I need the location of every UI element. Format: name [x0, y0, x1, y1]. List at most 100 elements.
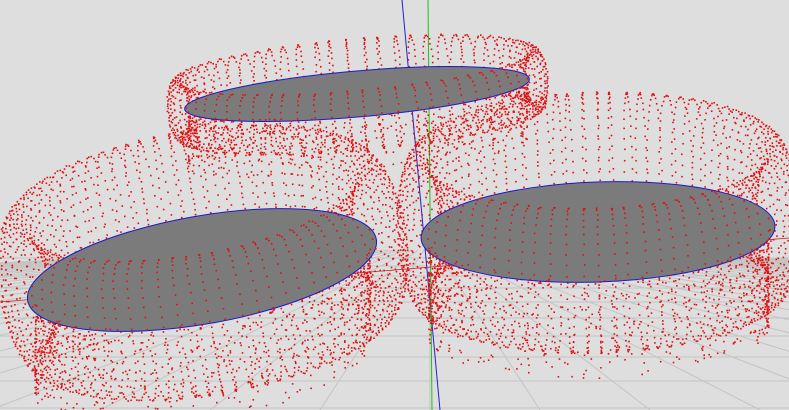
- point: [210, 139, 212, 142]
- point: [261, 131, 263, 133]
- point: [98, 166, 100, 169]
- point: [359, 147, 362, 150]
- point: [52, 259, 54, 261]
- point: [66, 219, 69, 221]
- point: [265, 202, 268, 205]
- point: [192, 139, 195, 142]
- point: [96, 175, 99, 178]
- point: [318, 178, 320, 181]
- point: [355, 145, 358, 148]
- point: [27, 197, 29, 200]
- point: [376, 36, 378, 39]
- point: [350, 177, 352, 180]
- point: [494, 162, 496, 165]
- point: [354, 155, 356, 157]
- point: [185, 88, 188, 91]
- point: [287, 126, 290, 128]
- point: [224, 162, 227, 164]
- point: [736, 194, 739, 197]
- point: [445, 263, 447, 265]
- point: [515, 51, 517, 53]
- point: [15, 204, 17, 206]
- point: [726, 311, 729, 314]
- point: [347, 67, 350, 69]
- point: [518, 43, 521, 45]
- point: [439, 272, 442, 274]
- point: [477, 168, 479, 171]
- point: [19, 297, 21, 300]
- point: [448, 193, 450, 195]
- point: [552, 149, 554, 151]
- point: [147, 219, 149, 221]
- point: [227, 64, 229, 67]
- point: [30, 207, 32, 210]
- point: [168, 133, 170, 135]
- point: [346, 147, 348, 150]
- point: [173, 151, 175, 154]
- point: [1, 230, 4, 232]
- point: [187, 69, 189, 71]
- point: [49, 196, 51, 199]
- point: [537, 314, 539, 316]
- point: [537, 165, 539, 167]
- point: [551, 118, 554, 121]
- point: [407, 46, 410, 48]
- point: [332, 64, 334, 67]
- 3d-viewport[interactable]: [0, 0, 789, 410]
- point: [342, 160, 344, 162]
- point: [377, 173, 380, 176]
- point: [72, 204, 75, 206]
- point: [179, 79, 181, 82]
- point: [527, 292, 530, 294]
- point: [441, 128, 443, 130]
- point: [300, 155, 303, 157]
- point: [239, 175, 241, 178]
- point: [353, 188, 356, 190]
- point: [189, 90, 191, 92]
- point: [138, 162, 140, 165]
- point: [533, 123, 536, 126]
- point: [354, 141, 357, 144]
- point: [625, 345, 628, 347]
- point: [625, 339, 627, 342]
- point: [162, 208, 165, 211]
- point: [417, 186, 419, 188]
- point: [426, 181, 429, 183]
- point: [527, 67, 530, 69]
- point: [439, 289, 442, 292]
- point: [437, 51, 439, 54]
- point: [727, 185, 730, 188]
- point: [740, 319, 742, 322]
- point: [44, 204, 47, 207]
- point: [35, 227, 38, 229]
- point: [436, 45, 439, 47]
- point: [503, 108, 505, 111]
- point: [260, 326, 262, 328]
- point: [455, 124, 457, 127]
- point: [756, 178, 759, 181]
- point: [13, 204, 16, 207]
- point: [662, 327, 665, 330]
- point: [502, 326, 504, 329]
- point: [505, 166, 508, 168]
- scene-canvas[interactable]: [0, 0, 789, 410]
- point: [87, 209, 89, 211]
- point: [381, 274, 383, 277]
- point: [176, 169, 178, 171]
- point: [27, 189, 30, 191]
- point: [769, 152, 771, 155]
- point: [55, 246, 57, 248]
- point: [432, 283, 435, 286]
- point: [611, 283, 614, 286]
- point: [169, 202, 172, 205]
- point: [21, 225, 23, 227]
- point: [345, 169, 347, 171]
- point: [279, 135, 281, 138]
- point: [482, 321, 484, 324]
- point: [436, 135, 438, 138]
- point: [301, 343, 304, 345]
- point: [546, 90, 548, 92]
- point: [167, 100, 169, 102]
- point: [433, 167, 436, 169]
- point: [427, 159, 429, 162]
